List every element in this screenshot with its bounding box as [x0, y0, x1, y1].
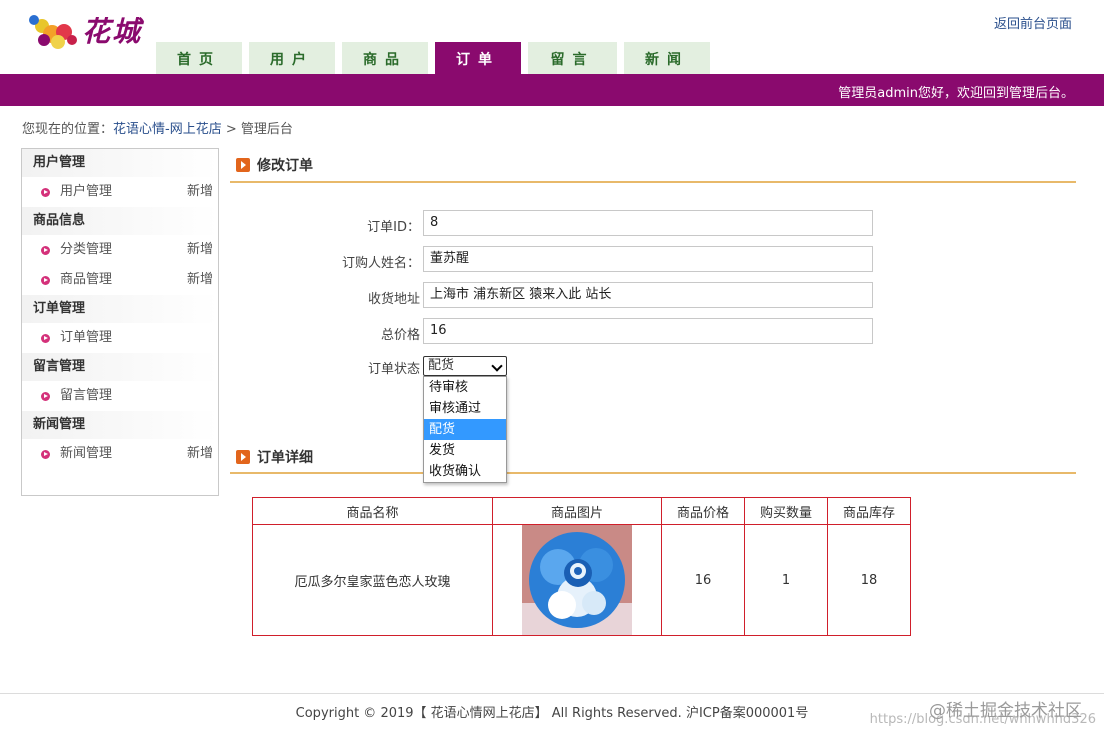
product-name-cell: 厄瓜多尔皇家蓝色恋人玫瑰 — [252, 524, 493, 636]
sidebar-group-product-info: 商品信息 — [22, 207, 218, 235]
shipping-address-label: 收货地址 — [367, 292, 420, 307]
arrow-bullet-icon — [41, 188, 50, 197]
breadcrumb-prefix: 您现在的位置： — [22, 122, 114, 137]
arrow-bullet-icon — [41, 276, 50, 285]
add-category-link[interactable]: 新增 — [187, 235, 213, 265]
section-arrow-icon — [236, 450, 250, 464]
product-stock-cell: 18 — [827, 524, 911, 636]
sidebar-item-label: 新闻管理 — [60, 446, 113, 461]
order-status-value: 配货 — [428, 358, 455, 373]
breadcrumb-separator: > — [221, 122, 241, 137]
footer-divider — [0, 693, 1104, 694]
table-row: 厄瓜多尔皇家蓝色恋人玫瑰 16 1 18 — [252, 524, 911, 636]
add-product-link[interactable]: 新增 — [187, 265, 213, 295]
add-user-link[interactable]: 新增 — [187, 177, 213, 207]
purchase-quantity-cell: 1 — [744, 524, 828, 636]
status-option-pending[interactable]: 待审核 — [424, 377, 506, 398]
order-detail-table: 商品名称 商品图片 商品价格 购买数量 商品库存 厄瓜多尔皇家蓝色恋人玫瑰 16… — [252, 497, 911, 636]
add-news-link[interactable]: 新增 — [187, 439, 213, 469]
order-status-select[interactable]: 配货 — [423, 356, 507, 376]
breadcrumb-current: 管理后台 — [240, 122, 293, 137]
sidebar-item-product-management[interactable]: 商品管理 新增 — [22, 265, 218, 295]
nav-tab-orders[interactable]: 订单 — [435, 42, 521, 74]
nav-tab-products[interactable]: 商品 — [342, 42, 428, 74]
logo-text: 花城 — [82, 15, 143, 48]
table-header-row: 商品名称 商品图片 商品价格 购买数量 商品库存 — [252, 497, 911, 525]
customer-name-label: 订购人姓名： — [341, 256, 420, 271]
column-header-price: 商品价格 — [661, 497, 745, 525]
product-image-cell — [492, 524, 662, 636]
sidebar-item-message-management[interactable]: 留言管理 — [22, 381, 218, 411]
section-arrow-icon — [236, 158, 250, 172]
status-option-shipped[interactable]: 发货 — [424, 440, 506, 461]
total-price-input[interactable]: 16 — [423, 318, 873, 344]
main-nav: 首页 用户 商品 订单 留言 新闻 — [156, 42, 717, 74]
column-header-product-image: 商品图片 — [492, 497, 662, 525]
sidebar-item-label: 用户管理 — [60, 184, 113, 199]
shipping-address-input[interactable]: 上海市 浦东新区 猿来入此 站长 — [423, 282, 873, 308]
column-header-quantity: 购买数量 — [744, 497, 828, 525]
arrow-bullet-icon — [41, 450, 50, 459]
customer-name-input[interactable]: 董苏醒 — [423, 246, 873, 272]
total-price-label: 总价格 — [380, 328, 420, 343]
nav-tab-users[interactable]: 用户 — [249, 42, 335, 74]
sidebar-item-label: 订单管理 — [60, 330, 113, 345]
section-divider — [230, 181, 1076, 183]
order-status-dropdown: 待审核 审核通过 配货 发货 收货确认 — [423, 376, 507, 483]
order-status-label: 订单状态 — [367, 362, 420, 377]
status-option-preparing[interactable]: 配货 — [424, 419, 506, 440]
arrow-bullet-icon — [41, 334, 50, 343]
order-id-input[interactable]: 8 — [423, 210, 873, 236]
nav-tab-home[interactable]: 首页 — [156, 42, 242, 74]
status-option-approved[interactable]: 审核通过 — [424, 398, 506, 419]
nav-tab-messages[interactable]: 留言 — [528, 42, 617, 74]
welcome-message: 管理员admin您好，欢迎回到管理后台。 — [838, 86, 1074, 101]
breadcrumb-site-link[interactable]: 花语心情-网上花店 — [113, 122, 222, 137]
sidebar-item-order-management[interactable]: 订单管理 — [22, 323, 218, 353]
chevron-down-icon — [491, 360, 503, 372]
sidebar-item-label: 商品管理 — [60, 272, 113, 287]
column-header-stock: 商品库存 — [827, 497, 911, 525]
nav-tab-news[interactable]: 新闻 — [624, 42, 710, 74]
edit-order-title: 修改订单 — [236, 155, 313, 175]
flower-logo-icon — [29, 15, 77, 49]
sidebar-item-news-management[interactable]: 新闻管理 新增 — [22, 439, 218, 469]
breadcrumb: 您现在的位置：花语心情-网上花店 > 管理后台 — [22, 118, 293, 137]
order-id-label: 订单ID： — [367, 220, 420, 235]
sidebar-item-label: 留言管理 — [60, 388, 113, 403]
column-header-product-name: 商品名称 — [252, 497, 493, 525]
sidebar-item-user-management[interactable]: 用户管理 新增 — [22, 177, 218, 207]
sidebar-group-order-management: 订单管理 — [22, 295, 218, 323]
arrow-bullet-icon — [41, 246, 50, 255]
watermark-text: @稀土掘金技术社区 — [929, 701, 1082, 721]
sidebar-group-news-management: 新闻管理 — [22, 411, 218, 439]
sidebar-group-user-management: 用户管理 — [22, 149, 218, 177]
arrow-bullet-icon — [41, 392, 50, 401]
section-divider — [230, 472, 1076, 474]
sidebar-item-category-management[interactable]: 分类管理 新增 — [22, 235, 218, 265]
product-price-cell: 16 — [661, 524, 745, 636]
order-detail-title: 订单详细 — [236, 447, 313, 467]
header-bar: 管理员admin您好，欢迎回到管理后台。 — [0, 74, 1104, 106]
blue-rose-image — [522, 525, 632, 635]
sidebar-item-label: 分类管理 — [60, 242, 113, 257]
status-option-received[interactable]: 收货确认 — [424, 461, 506, 482]
sidebar-group-message-management: 留言管理 — [22, 353, 218, 381]
sidebar: 用户管理 用户管理 新增 商品信息 分类管理 新增 商品管理 新增 订单管理 订… — [21, 148, 219, 496]
return-frontend-link[interactable]: 返回前台页面 — [994, 13, 1072, 32]
